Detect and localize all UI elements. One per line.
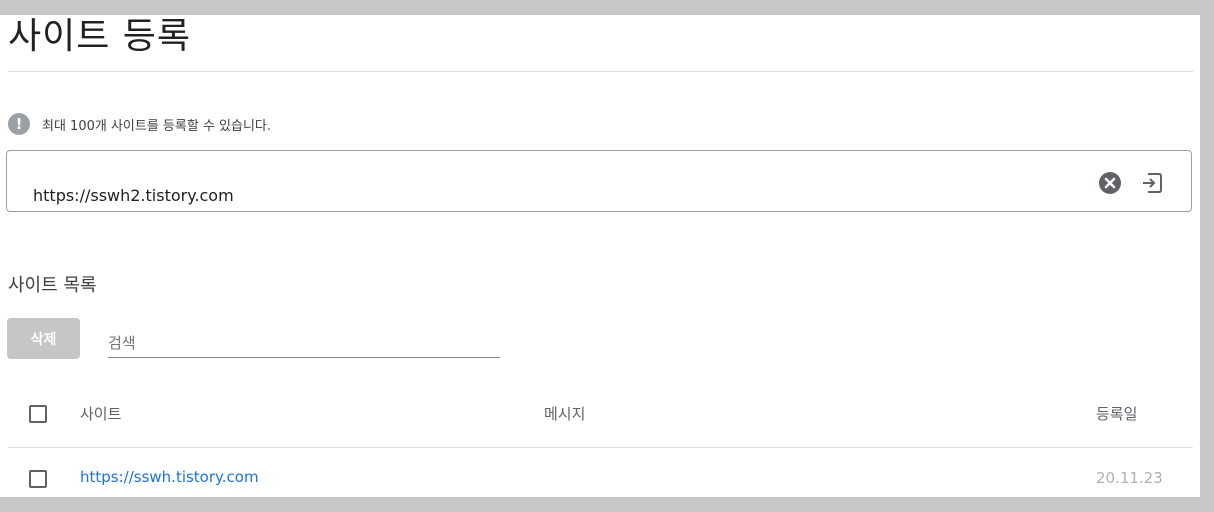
row-date: 20.11.23 [1096,469,1163,487]
row-checkbox[interactable] [29,470,47,488]
column-header-date: 등록일 [1096,405,1138,423]
header-divider [8,447,1193,448]
column-header-site: 사이트 [80,405,122,423]
info-text: 최대 100개 사이트를 등록할 수 있습니다. [42,118,272,134]
close-circle-icon[interactable] [1098,171,1122,195]
site-link[interactable]: https://sswh.tistory.com [80,468,259,486]
select-all-checkbox[interactable] [29,405,47,423]
delete-button[interactable]: 삭제 [7,318,80,359]
site-url-input[interactable] [33,182,273,208]
search-input[interactable] [108,328,500,358]
exclamation-icon: ! [8,113,30,135]
page-frame: 사이트 등록 ! 최대 100개 사이트를 등록할 수 있습니다. 사이트 목록… [0,15,1200,497]
enter-icon[interactable] [1140,171,1164,195]
column-header-message: 메시지 [544,405,586,423]
info-row: ! 최대 100개 사이트를 등록할 수 있습니다. [8,112,271,136]
title-divider [8,71,1193,72]
site-list-title: 사이트 목록 [8,275,97,296]
page-title: 사이트 등록 [8,16,192,57]
